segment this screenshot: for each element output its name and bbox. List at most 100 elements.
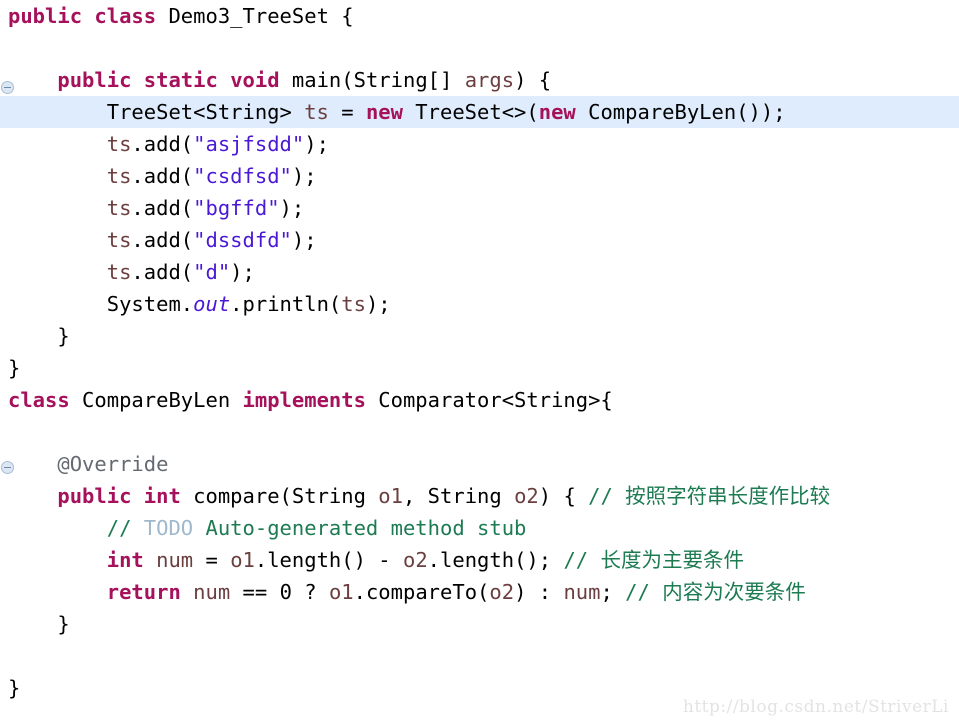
code-line[interactable]: class CompareByLen implements Comparator… (0, 384, 959, 416)
code-token-kw: int (143, 484, 181, 508)
code-token-plain: = (328, 100, 366, 124)
code-token-kw: void (230, 68, 280, 92)
code-line[interactable]: public class Demo3_TreeSet { (0, 0, 959, 32)
code-token-plain: main(String[] (279, 68, 465, 92)
code-token-plain: TreeSet<>( (402, 100, 539, 124)
code-text-area[interactable]: public class Demo3_TreeSet { public stat… (0, 0, 959, 725)
code-line[interactable]: ts.add("csdfsd"); (0, 160, 959, 192)
code-token-plain: ) : (514, 580, 564, 604)
watermark-text: http://blog.csdn.net/StriverLi (682, 697, 949, 717)
code-token-var: o2 (489, 580, 515, 604)
fold-compare-method-icon[interactable] (1, 461, 14, 474)
code-token-var: o1 (378, 484, 403, 508)
code-token-plain: } (8, 324, 70, 348)
code-token-num: 0 (279, 580, 292, 604)
code-token-var: o1 (328, 580, 354, 604)
code-token-cmt: Auto-generated method stub (193, 516, 527, 540)
code-line[interactable]: ts.add("bgffd"); (0, 192, 959, 224)
code-line[interactable]: ts.add("asjfsdd"); (0, 128, 959, 160)
code-token-plain: Comparator<String>{ (365, 388, 613, 412)
code-token-kw: new (365, 100, 403, 124)
code-token-str: "d" (193, 260, 231, 284)
fold-main-method-icon[interactable] (1, 81, 14, 94)
code-token-var: ts (341, 292, 366, 316)
code-token-var: o2 (402, 548, 428, 572)
code-token-cmt: // (8, 516, 144, 540)
code-token-plain: .compareTo( (353, 580, 490, 604)
code-token-plain: == (230, 580, 280, 604)
code-token-plain: ); (304, 132, 329, 156)
code-token-plain: } (8, 612, 70, 636)
code-token-plain: ); (365, 292, 391, 316)
code-line[interactable] (0, 32, 959, 64)
code-line[interactable]: } (0, 352, 959, 384)
code-token-plain: ) { (538, 484, 589, 508)
code-token-plain: .add( (131, 228, 194, 252)
code-token-cmt: // 按照字符串长度作比较 (588, 484, 831, 508)
code-token-kw: int (106, 548, 144, 572)
code-token-var: o1 (230, 548, 255, 572)
code-line[interactable]: } (0, 608, 959, 640)
code-token-plain: ); (291, 164, 317, 188)
code-token-plain: .length() - (254, 548, 403, 572)
code-line[interactable]: return num == 0 ? o1.compareTo(o2) : num… (0, 576, 959, 608)
code-line[interactable]: System.out.println(ts); (0, 288, 959, 320)
code-line[interactable]: @Override (0, 448, 959, 480)
code-token-str: "asjfsdd" (193, 132, 305, 156)
code-token-var: ts (8, 132, 132, 156)
code-line-highlighted[interactable]: TreeSet<String> ts = new TreeSet<>(new C… (0, 96, 959, 128)
code-token-plain: ; (600, 580, 626, 604)
code-token-plain: ); (279, 196, 305, 220)
code-line[interactable]: ts.add("dssdfd"); (0, 224, 959, 256)
code-token-plain: ) { (514, 68, 552, 92)
code-token-kw: new (538, 100, 576, 124)
code-token-var: num (563, 580, 601, 604)
code-token-todo: TODO (143, 516, 194, 540)
code-line[interactable] (0, 640, 959, 672)
code-token-var: ts (8, 164, 132, 188)
code-token-plain: TreeSet<String> (8, 100, 305, 124)
code-token-kw: public (8, 4, 83, 28)
code-line[interactable] (0, 416, 959, 448)
code-token-kw: implements (242, 388, 366, 412)
code-editor[interactable]: public class Demo3_TreeSet { public stat… (0, 0, 959, 725)
code-token-str: "dssdfd" (193, 228, 292, 252)
code-token-field: out (193, 292, 231, 316)
code-token-str: "csdfsd" (193, 164, 292, 188)
code-token-var: o2 (514, 484, 539, 508)
code-line[interactable]: public int compare(String o1, String o2)… (0, 480, 959, 512)
code-line[interactable]: } (0, 320, 959, 352)
code-token-kw: public (57, 68, 132, 92)
code-token-cmt: // 长度为主要条件 (563, 548, 744, 572)
code-token-plain: .add( (131, 164, 194, 188)
code-token-plain: compare(String (180, 484, 379, 508)
code-token-str: "bgffd" (193, 196, 280, 220)
code-token-plain: CompareByLen (69, 388, 243, 412)
code-line[interactable]: ts.add("d"); (0, 256, 959, 288)
code-token-var: ts (8, 196, 132, 220)
code-token-plain: } (8, 356, 21, 380)
code-token-plain: .add( (131, 196, 194, 220)
code-line[interactable]: public static void main(String[] args) { (0, 64, 959, 96)
code-token-var: num (193, 580, 231, 604)
code-token-var: args (464, 68, 515, 92)
code-token-var: ts (8, 260, 132, 284)
code-line[interactable]: // TODO Auto-generated method stub (0, 512, 959, 544)
code-token-cmt: // 内容为次要条件 (625, 580, 806, 604)
code-token-plain: System. (8, 292, 194, 316)
code-token-plain: .add( (131, 132, 194, 156)
code-token-plain: , String (402, 484, 515, 508)
code-token-plain: = (193, 548, 231, 572)
code-token-var: ts (8, 228, 132, 252)
code-token-plain: ); (291, 228, 317, 252)
code-token-plain: } (8, 676, 21, 700)
code-line[interactable]: int num = o1.length() - o2.length(); // … (0, 544, 959, 576)
code-token-kw: class (94, 4, 157, 28)
code-token-plain: .println( (230, 292, 342, 316)
